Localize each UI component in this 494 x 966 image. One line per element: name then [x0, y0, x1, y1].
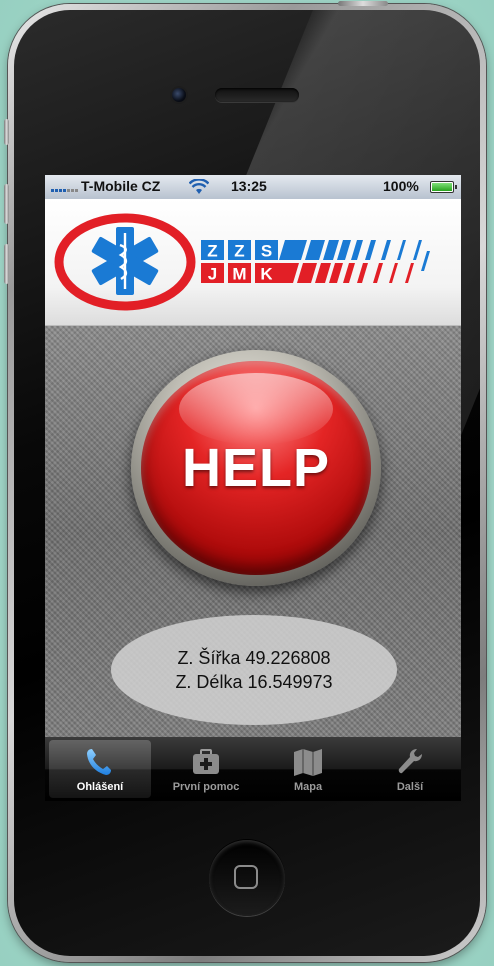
longitude-text: Z. Délka 16.549973: [175, 672, 333, 692]
carrier-name: T-Mobile CZ: [81, 178, 161, 194]
tab-ohlaseni[interactable]: Ohlášení: [49, 740, 151, 798]
logo-letter: M: [232, 265, 246, 284]
map-icon: [294, 749, 322, 776]
home-button[interactable]: [209, 840, 285, 916]
volume-down-button: [4, 244, 9, 284]
latitude-text: Z. Šířka 49.226808: [177, 648, 331, 668]
tab-label: Ohlášení: [76, 781, 124, 793]
help-button-shine: [179, 373, 333, 445]
location-display: Z. Šířka 49.226808 Z. Délka 16.549973: [111, 615, 397, 725]
logo-letter: Z: [207, 242, 217, 261]
tab-mapa[interactable]: Mapa: [257, 737, 359, 801]
battery-percent: 100%: [383, 178, 419, 194]
logo-letter: S: [261, 242, 272, 261]
help-button[interactable]: HELP: [141, 361, 371, 575]
logo-letter: Z: [234, 242, 244, 261]
help-button-bezel: HELP: [131, 350, 381, 586]
help-button-label: HELP: [181, 438, 331, 498]
signal-icon: [51, 189, 78, 192]
app-header: Z Z S J M K: [45, 199, 461, 326]
earpiece-speaker: [215, 88, 299, 102]
status-bar: T-Mobile CZ 13:25 100%: [45, 175, 461, 199]
power-button: [338, 1, 388, 6]
tab-label: První pomoc: [172, 781, 240, 793]
wrench-icon: [398, 749, 422, 774]
first-aid-kit-icon: [193, 749, 219, 774]
volume-up-button: [4, 184, 9, 224]
mute-switch: [4, 119, 9, 145]
home-square-icon: [234, 865, 258, 889]
front-camera: [172, 88, 186, 102]
wifi-icon: [189, 179, 209, 194]
main-panel: HELP Z. Šířka 49.226808 Z. Délka 16.5499…: [45, 326, 461, 737]
logo-letter: K: [260, 265, 273, 284]
clock: 13:25: [231, 178, 267, 194]
tab-label: Mapa: [293, 781, 323, 793]
phone-icon: [87, 749, 111, 775]
tab-bar: Ohlášení První pomoc Mapa Další: [45, 737, 461, 801]
screen: T-Mobile CZ 13:25 100% Z Z S J M K HELP …: [45, 175, 461, 801]
battery-icon: [430, 181, 457, 193]
tab-label: Další: [396, 781, 424, 793]
logo-letter: J: [208, 265, 217, 284]
zzs-jmk-logo: Z Z S J M K: [54, 213, 430, 311]
tab-dalsi[interactable]: Další: [359, 737, 461, 801]
tab-prvni-pomoc[interactable]: První pomoc: [155, 737, 257, 801]
